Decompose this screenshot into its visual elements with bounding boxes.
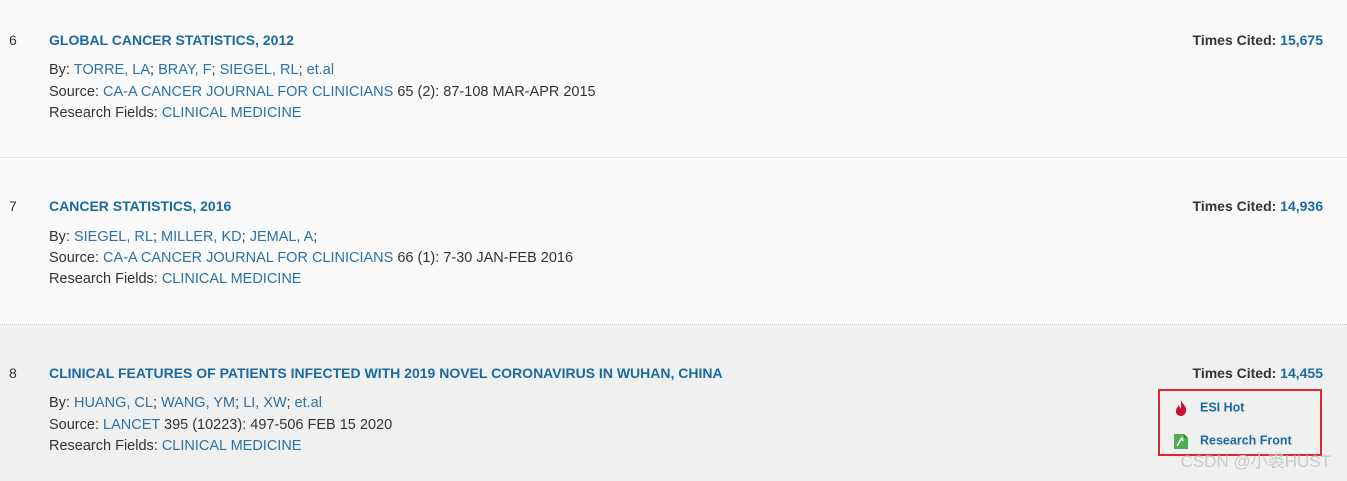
esi-hot-label: ESI Hot <box>1200 400 1245 415</box>
source-line: Source: CA-A CANCER JOURNAL FOR CLINICIA… <box>49 84 596 100</box>
authors-line: By: HUANG, CL; WANG, YM; LI, XW; et.al <box>49 395 322 411</box>
by-label: By: <box>49 395 70 411</box>
author-link[interactable]: LI, XW <box>243 395 286 411</box>
times-cited-value[interactable]: 14,455 <box>1280 365 1323 381</box>
research-front-label: Research Front <box>1200 433 1292 448</box>
flame-icon <box>1172 399 1190 417</box>
et-al-link[interactable]: et.al <box>307 62 334 78</box>
result-row-8: 8 CLINICAL FEATURES OF PATIENTS INFECTED… <box>0 325 1347 481</box>
author-link[interactable]: SIEGEL, RL <box>220 62 299 78</box>
highlight-box: ESI Hot Research Front <box>1158 389 1322 456</box>
field-link[interactable]: CLINICAL MEDICINE <box>162 438 302 454</box>
source-label: Source: <box>49 84 99 100</box>
field-link[interactable]: CLINICAL MEDICINE <box>162 105 302 121</box>
author-link[interactable]: TORRE, LA <box>74 62 150 78</box>
times-cited: Times Cited: 14,936 <box>1193 198 1323 214</box>
by-label: By: <box>49 229 70 245</box>
times-cited-value[interactable]: 15,675 <box>1280 32 1323 48</box>
fields-label: Research Fields: <box>49 438 158 454</box>
times-cited-value[interactable]: 14,936 <box>1280 198 1323 214</box>
by-label: By: <box>49 62 70 78</box>
times-cited: Times Cited: 14,455 <box>1193 365 1323 381</box>
et-al-link[interactable]: et.al <box>295 395 322 411</box>
journal-link[interactable]: CA-A CANCER JOURNAL FOR CLINICIANS <box>103 84 393 100</box>
source-detail: 65 (2): 87-108 MAR-APR 2015 <box>397 84 596 100</box>
result-title[interactable]: CLINICAL FEATURES OF PATIENTS INFECTED W… <box>49 365 723 381</box>
author-link[interactable]: JEMAL, A <box>250 229 314 245</box>
fields-line: Research Fields: CLINICAL MEDICINE <box>49 105 301 121</box>
journal-link[interactable]: CA-A CANCER JOURNAL FOR CLINICIANS <box>103 250 393 266</box>
author-link[interactable]: SIEGEL, RL <box>74 229 153 245</box>
source-label: Source: <box>49 417 99 433</box>
fields-label: Research Fields: <box>49 271 158 287</box>
field-link[interactable]: CLINICAL MEDICINE <box>162 271 302 287</box>
author-link[interactable]: BRAY, F <box>158 62 211 78</box>
source-detail: 66 (1): 7-30 JAN-FEB 2016 <box>397 250 574 266</box>
author-link[interactable]: WANG, YM <box>161 395 235 411</box>
result-number: 7 <box>9 198 17 214</box>
author-link[interactable]: MILLER, KD <box>161 229 242 245</box>
times-cited: Times Cited: 15,675 <box>1193 32 1323 48</box>
result-row-6: 6 GLOBAL CANCER STATISTICS, 2012 By: TOR… <box>0 0 1347 158</box>
authors-line: By: SIEGEL, RL; MILLER, KD; JEMAL, A; <box>49 229 318 245</box>
times-cited-label: Times Cited: <box>1192 32 1277 48</box>
source-detail: 395 (10223): 497-506 FEB 15 2020 <box>164 417 393 433</box>
result-title[interactable]: GLOBAL CANCER STATISTICS, 2012 <box>49 32 294 48</box>
esi-hot-badge[interactable]: ESI Hot <box>1172 399 1244 417</box>
authors-line: By: TORRE, LA; BRAY, F; SIEGEL, RL; et.a… <box>49 62 335 78</box>
times-cited-label: Times Cited: <box>1192 365 1277 381</box>
journal-link[interactable]: LANCET <box>103 417 160 433</box>
source-line: Source: LANCET 395 (10223): 497-506 FEB … <box>49 417 392 433</box>
source-line: Source: CA-A CANCER JOURNAL FOR CLINICIA… <box>49 250 573 266</box>
fields-line: Research Fields: CLINICAL MEDICINE <box>49 438 301 454</box>
watermark: CSDN @小裘HUST <box>1180 452 1331 471</box>
result-number: 6 <box>9 32 17 48</box>
result-title[interactable]: CANCER STATISTICS, 2016 <box>49 198 231 214</box>
result-row-7: 7 CANCER STATISTICS, 2016 By: SIEGEL, RL… <box>0 158 1347 325</box>
fields-line: Research Fields: CLINICAL MEDICINE <box>49 271 301 287</box>
fields-label: Research Fields: <box>49 105 158 121</box>
result-number: 8 <box>9 365 17 381</box>
author-link[interactable]: HUANG, CL <box>74 395 153 411</box>
times-cited-label: Times Cited: <box>1192 198 1277 214</box>
source-label: Source: <box>49 250 99 266</box>
